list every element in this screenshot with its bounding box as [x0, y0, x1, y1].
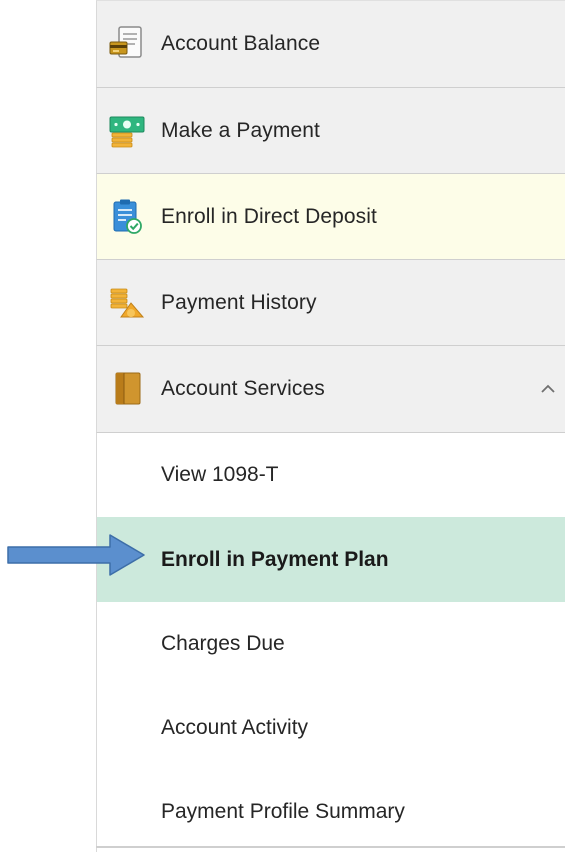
menu-item-payment-history[interactable]: Payment History [96, 260, 565, 346]
direct-deposit-clipboard-icon [107, 197, 147, 237]
menu-item-label: Enroll in Direct Deposit [161, 204, 377, 228]
submenu-item-view-1098t[interactable]: View 1098-T [96, 433, 565, 517]
chevron-up-icon[interactable] [539, 380, 557, 398]
menu-item-label: Payment History [161, 290, 317, 314]
submenu-item-payment-profile-summary[interactable]: Payment Profile Summary [96, 770, 565, 852]
menu-item-label: Account Balance [161, 32, 321, 55]
submenu-item-label: Enroll in Payment Plan [161, 547, 389, 571]
cash-payment-icon [107, 111, 147, 151]
submenu-item-label: Payment Profile Summary [161, 800, 405, 823]
submenu-item-label: Charges Due [161, 632, 285, 655]
menu-bottom-divider [96, 846, 565, 848]
submenu-item-label: View 1098-T [161, 463, 279, 486]
menu-item-label: Make a Payment [161, 118, 320, 142]
menu-item-label: Account Services [161, 377, 325, 400]
account-services-folder-icon [107, 369, 147, 409]
pointer-arrow-icon [6, 532, 146, 578]
menu-item-account-services[interactable]: Account Services [96, 346, 565, 433]
payment-history-icon [107, 283, 147, 323]
account-navigation-menu: Account Balance Make a Payment Enroll in… [96, 0, 565, 852]
account-balance-icon [107, 24, 147, 64]
submenu-item-label: Account Activity [161, 716, 309, 739]
menu-item-account-balance[interactable]: Account Balance [96, 0, 565, 88]
submenu-item-account-activity[interactable]: Account Activity [96, 686, 565, 770]
menu-item-make-a-payment[interactable]: Make a Payment [96, 88, 565, 174]
submenu-item-enroll-payment-plan[interactable]: Enroll in Payment Plan [96, 517, 565, 602]
submenu-item-charges-due[interactable]: Charges Due [96, 602, 565, 686]
page: Account Balance Make a Payment Enroll in… [0, 0, 565, 852]
menu-item-enroll-direct-deposit[interactable]: Enroll in Direct Deposit [96, 174, 565, 260]
